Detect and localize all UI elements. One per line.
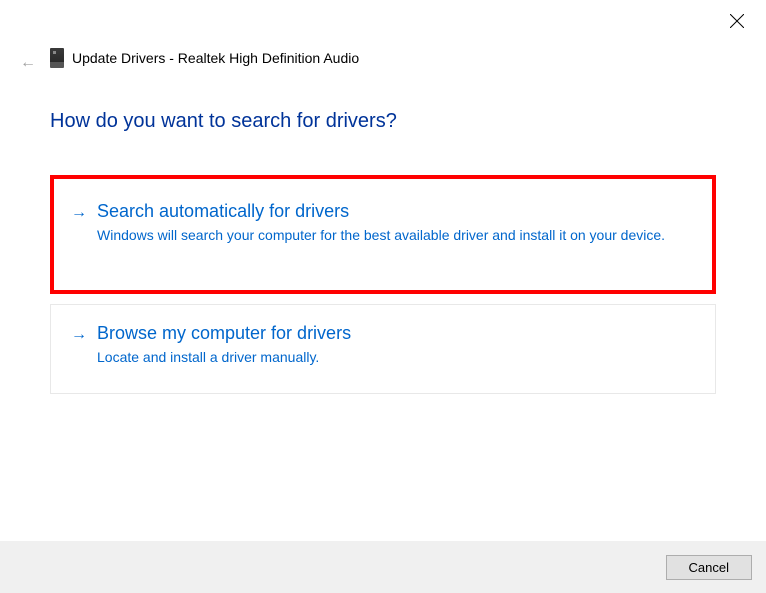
close-button[interactable] — [730, 14, 746, 30]
option-title: Browse my computer for drivers — [97, 323, 695, 344]
option-browse-computer[interactable]: → Browse my computer for drivers Locate … — [50, 304, 716, 395]
main-content: How do you want to search for drivers? →… — [50, 110, 716, 404]
back-arrow-icon: ← — [20, 54, 36, 72]
option-text: Search automatically for drivers Windows… — [97, 201, 695, 246]
option-search-automatically[interactable]: → Search automatically for drivers Windo… — [50, 175, 716, 294]
header-row: Update Drivers - Realtek High Definition… — [50, 48, 359, 68]
device-icon — [50, 48, 64, 68]
option-description: Windows will search your computer for th… — [97, 226, 695, 246]
option-title: Search automatically for drivers — [97, 201, 695, 222]
option-inner: → Search automatically for drivers Windo… — [71, 201, 695, 246]
arrow-right-icon: → — [71, 201, 87, 225]
main-heading: How do you want to search for drivers? — [50, 110, 716, 133]
cancel-button[interactable]: Cancel — [666, 555, 752, 580]
close-icon — [730, 14, 744, 28]
bottom-bar: Cancel — [0, 541, 766, 593]
window-title: Update Drivers - Realtek High Definition… — [72, 50, 359, 66]
option-text: Browse my computer for drivers Locate an… — [97, 323, 695, 368]
option-inner: → Browse my computer for drivers Locate … — [71, 323, 695, 368]
option-description: Locate and install a driver manually. — [97, 348, 695, 368]
arrow-right-icon: → — [71, 323, 87, 347]
